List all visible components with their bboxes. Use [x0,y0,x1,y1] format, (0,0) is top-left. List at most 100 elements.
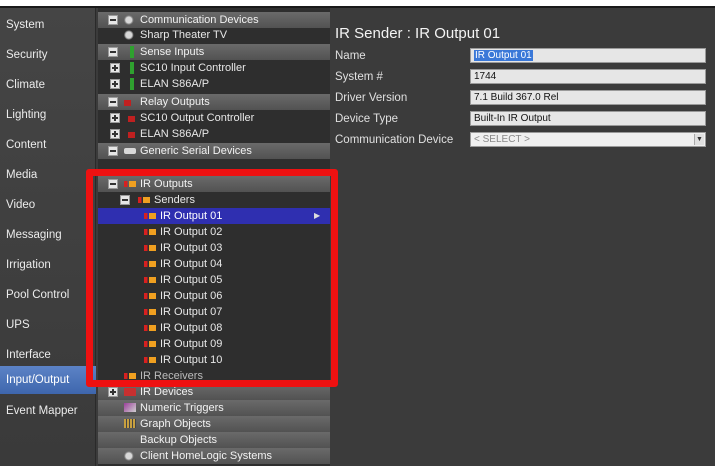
relay-output-icon [124,100,136,106]
tree-item-sc10-input-controller[interactable]: SC10 Input Controller [98,60,330,76]
tree-item-backup-objects[interactable]: Backup Objects [98,432,330,448]
nav-item-video[interactable]: Video [0,192,96,218]
nav-item-label: Lighting [6,109,47,121]
tree-item-senders[interactable]: Senders [98,192,330,208]
tree-item-ir-devices[interactable]: IR Devices [98,384,330,400]
system-number-value: 1744 [474,71,497,82]
driver-version-field[interactable]: 7.1 Build 367.0 Rel [470,90,706,105]
collapse-icon[interactable] [120,195,130,205]
field-label-device-type: Device Type [335,113,399,125]
tree-item-label: Graph Objects [140,418,211,430]
communication-device-icon [124,15,136,25]
nav-item-label: Content [6,139,47,151]
tree-item-elan-s86ap-output[interactable]: ELAN S86A/P [98,126,330,142]
tree-item-client-homelogic-systems[interactable]: Client HomeLogic Systems [98,448,330,464]
serial-device-icon [124,148,136,154]
expand-icon[interactable] [108,387,118,397]
tree-item-ir-output-05[interactable]: IR Output 05 [98,272,330,288]
tree-item-ir-output-09[interactable]: IR Output 09 [98,336,330,352]
tree-item-label: SC10 Output Controller [140,112,255,124]
nav-item-ups[interactable]: UPS [0,312,96,338]
tree-item-ir-output-10[interactable]: IR Output 10 [98,352,330,368]
nav-item-security[interactable]: Security [0,42,96,68]
tree-item-ir-output-07[interactable]: IR Output 07 [98,304,330,320]
expand-icon[interactable] [110,63,120,73]
ir-output-icon [144,261,156,267]
nav-item-pool-control[interactable]: Pool Control [0,282,96,308]
driver-version-value: 7.1 Build 367.0 Rel [474,92,559,103]
tree-item-label: IR Output 03 [160,242,223,254]
field-label-name: Name [335,50,366,62]
collapse-icon[interactable] [108,97,118,107]
ir-output-icon [144,357,156,363]
nav-item-label: UPS [6,319,30,331]
panel-title: IR Sender : IR Output 01 [335,25,501,42]
nav-item-system[interactable]: System [0,12,96,38]
tree-item-ir-output-06[interactable]: IR Output 06 [98,288,330,304]
chevron-down-icon[interactable]: ▼ [694,134,704,145]
nav-item-interface[interactable]: Interface [0,342,96,368]
nav-item-content[interactable]: Content [0,132,96,158]
tree-item-label: IR Output 09 [160,338,223,350]
nav-item-lighting[interactable]: Lighting [0,102,96,128]
properties-panel: IR Sender : IR Output 01 Name IR Output … [330,8,715,466]
nav-item-media[interactable]: Media [0,162,96,188]
tree-item-ir-outputs[interactable]: IR Outputs [98,176,330,192]
tree-item-label: IR Output 02 [160,226,223,238]
nav-item-input-output[interactable]: Input/Output [0,366,96,394]
tree-item-label: IR Output 08 [160,322,223,334]
tree-item-elan-s86ap-input[interactable]: ELAN S86A/P [98,76,330,92]
tree-item-numeric-triggers[interactable]: Numeric Triggers [98,400,330,416]
tree-item-label: IR Receivers [140,370,203,382]
tree-item-ir-output-01[interactable]: IR Output 01 ▶ [98,208,330,224]
device-tree: Communication Devices Sharp Theater TV S… [98,8,330,466]
communication-device-select[interactable]: < SELECT > ▼ [470,132,706,147]
tree-item-ir-receivers[interactable]: IR Receivers [98,368,330,384]
field-label-driver-version: Driver Version [335,92,408,104]
sense-input-icon [130,46,134,58]
collapse-icon[interactable] [108,15,118,25]
system-number-field[interactable]: 1744 [470,69,706,84]
nav-item-event-mapper[interactable]: Event Mapper [0,398,96,424]
tree-item-label: Relay Outputs [140,96,210,108]
tree-item-generic-serial-devices[interactable]: Generic Serial Devices [98,143,330,159]
tree-item-ir-output-02[interactable]: IR Output 02 [98,224,330,240]
communication-device-value: < SELECT > [474,134,530,145]
name-field[interactable]: IR Output 01 [470,48,706,63]
nav-item-label: Video [6,199,36,211]
field-label-communication-device: Communication Device [335,134,454,146]
tree-item-ir-output-04[interactable]: IR Output 04 [98,256,330,272]
nav-item-label: Interface [6,349,51,361]
nav-item-irrigation[interactable]: Irrigation [0,252,96,278]
tree-item-graph-objects[interactable]: Graph Objects [98,416,330,432]
nav-item-label: Pool Control [6,289,70,301]
ir-output-icon [144,277,156,283]
tree-item-label: IR Output 10 [160,354,223,366]
nav-item-climate[interactable]: Climate [0,72,96,98]
tree-item-sharp-theater-tv[interactable]: Sharp Theater TV [98,27,330,43]
nav-item-label: Event Mapper [6,405,78,417]
device-type-field[interactable]: Built-In IR Output [470,111,706,126]
collapse-icon[interactable] [108,47,118,57]
tree-item-ir-output-08[interactable]: IR Output 08 [98,320,330,336]
tree-item-ir-output-03[interactable]: IR Output 03 [98,240,330,256]
tree-item-relay-outputs[interactable]: Relay Outputs [98,94,330,110]
tree-item-label: IR Output 05 [160,274,223,286]
nav-item-label: Messaging [6,229,62,241]
collapse-icon[interactable] [108,179,118,189]
tree-item-sc10-output-controller[interactable]: SC10 Output Controller [98,110,330,126]
numeric-trigger-icon [124,403,136,412]
collapse-icon[interactable] [108,146,118,156]
ir-device-icon [124,388,136,396]
tree-item-label: IR Output 07 [160,306,223,318]
tree-item-sense-inputs[interactable]: Sense Inputs [98,44,330,60]
nav-item-label: Security [6,49,48,61]
tree-item-communication-devices[interactable]: Communication Devices [98,12,330,28]
ir-output-icon [124,373,136,379]
ir-output-icon [124,181,136,187]
expand-icon[interactable] [110,79,120,89]
expand-icon[interactable] [110,129,120,139]
tree-item-label: IR Output 06 [160,290,223,302]
expand-icon[interactable] [110,113,120,123]
nav-item-messaging[interactable]: Messaging [0,222,96,248]
